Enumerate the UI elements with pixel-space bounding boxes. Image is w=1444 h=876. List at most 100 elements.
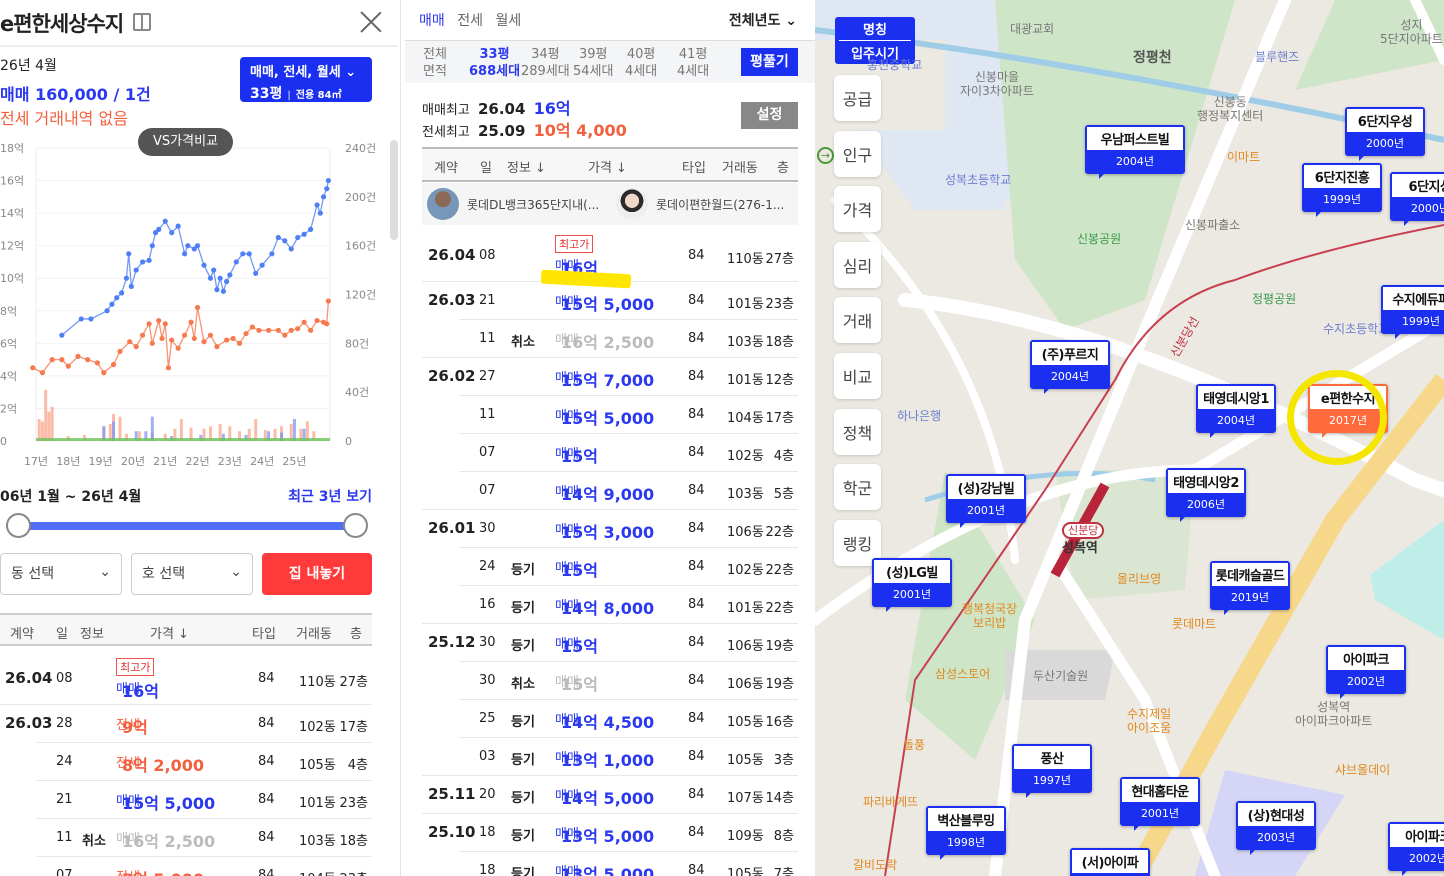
map-poi-label[interactable]: 정평공원: [1252, 292, 1296, 306]
column-header[interactable]: 정보 ↓: [507, 157, 546, 176]
table-row[interactable]: 25 등기 매매 14억 4,500 84 105동 16층: [459, 700, 798, 738]
map-side-button[interactable]: 심리: [834, 241, 881, 288]
tab-sale[interactable]: 매매: [419, 13, 445, 29]
map-side-button[interactable]: 비교: [834, 353, 881, 399]
map-poi-label[interactable]: 신봉마을 자이3차아파트: [960, 70, 1034, 99]
map-poi-label[interactable]: 블루핸즈: [1255, 50, 1299, 64]
map-book-icon[interactable]: [133, 13, 151, 31]
complex-marker[interactable]: 아이파크 2002년: [1388, 822, 1444, 876]
area-option[interactable]: 33평 688세대: [469, 46, 520, 80]
table-row[interactable]: 24 전세 8억 2,000 84 105동 4층: [36, 743, 372, 781]
map-poi-label[interactable]: 파리바게뜨: [863, 795, 918, 809]
map-poi-label[interactable]: 신분당: [1062, 522, 1105, 540]
complex-marker[interactable]: 롯데캐슬골드 2019년: [1210, 561, 1290, 615]
recent-3-years-link[interactable]: 최근 3년 보기: [288, 486, 372, 506]
map-poi-label[interactable]: 성복역: [1062, 541, 1098, 557]
map-poi-label[interactable]: 신봉공원: [1077, 232, 1121, 246]
deal-type-area-filter-button[interactable]: 매매, 전세, 월세 ⌄ 33평 | 전용 84㎡: [240, 57, 372, 102]
map-poi-label[interactable]: 수지제일 아이조움: [1127, 707, 1171, 736]
complex-marker[interactable]: 6단지우성 2000년: [1345, 107, 1425, 161]
date-range-slider[interactable]: [6, 513, 368, 538]
map-poi-label[interactable]: 두산기술원: [1033, 669, 1088, 683]
map-poi-label[interactable]: 행복청국장 보리밥: [962, 602, 1017, 631]
table-row[interactable]: 26.02 27 매매 15억 7,000 84 101동 12층: [428, 358, 798, 396]
table-row[interactable]: 21 매매 15억 5,000 84 101동 23층: [36, 781, 372, 819]
table-row[interactable]: 07 매매 15억 84 102동 4층: [459, 434, 798, 472]
column-header[interactable]: 정보: [80, 623, 104, 642]
map-poi-label[interactable]: 돌풍: [903, 738, 925, 752]
map-side-button[interactable]: 가격: [834, 186, 881, 233]
map-poi-label[interactable]: 성지 5단지아파트: [1380, 18, 1443, 47]
year-filter-dropdown[interactable]: 전체년도 ⌄: [729, 10, 797, 30]
map-side-button[interactable]: 학군: [834, 464, 881, 511]
table-row[interactable]: 16 등기 매매 14억 8,000 84 101동 22층: [422, 586, 798, 624]
map-poi-label[interactable]: 대광교회: [1010, 22, 1054, 36]
map-poi-label[interactable]: 홍천중학교: [867, 58, 922, 72]
map-view[interactable]: 명칭 입주시기 → 공급 인구 가격 심리 거래 비교 정책 학군 랭킹 대광교회 신봉마을 자이…: [815, 0, 1444, 876]
map-poi-label[interactable]: 신봉동 행정복지센터: [1197, 95, 1263, 124]
list-house-button[interactable]: 집 내놓기: [262, 553, 372, 595]
complex-marker[interactable]: 수지에듀파 1999년: [1381, 285, 1444, 339]
agent-avatar[interactable]: [616, 188, 648, 220]
map-side-button[interactable]: 공급: [834, 75, 881, 121]
table-row[interactable]: 25.10 18 등기 매매 13억 5,000 84 109동 8층: [428, 814, 798, 852]
slider-start-handle[interactable]: [6, 513, 31, 538]
table-row[interactable]: 07전세8억 5,00084104동23층: [36, 857, 372, 876]
complex-marker[interactable]: 아이파크 2002년: [1326, 645, 1406, 699]
area-option[interactable]: 41평 4세대: [677, 46, 709, 80]
table-row[interactable]: 24 등기 매매 15억 84 102동 22층: [459, 548, 798, 586]
map-poi-label[interactable]: 신봉파출소: [1185, 218, 1240, 232]
map-poi-label[interactable]: 성복초등학교: [945, 173, 1011, 187]
map-poi-label[interactable]: 수지초등학교: [1323, 322, 1389, 336]
table-row[interactable]: 03 등기 매매 13억 1,000 84 105동 3층: [422, 738, 798, 776]
slider-end-handle[interactable]: [343, 513, 368, 538]
area-option[interactable]: 39평 54세대: [573, 46, 613, 80]
tab-jeonse[interactable]: 전세: [457, 13, 483, 29]
table-row[interactable]: 18 등기 매매 13억 5,000 84 105동 7층: [459, 852, 798, 876]
complex-marker[interactable]: 풍산 1997년: [1012, 744, 1092, 798]
complex-marker[interactable]: (상)현대성 2003년: [1236, 801, 1316, 855]
complex-marker[interactable]: (주)푸르지 2004년: [1030, 340, 1110, 394]
settings-button[interactable]: 설정: [741, 102, 798, 129]
map-poi-label[interactable]: 올리브영: [1117, 572, 1161, 586]
table-row[interactable]: 30 취소 매매 15억 84 106동 19층: [459, 662, 798, 700]
column-header[interactable]: 가격 ↓: [588, 157, 627, 176]
map-expand-arrow-icon[interactable]: →: [817, 147, 834, 164]
table-row[interactable]: 25.12 30 등기 매매 15억 84 106동 19층: [428, 624, 798, 662]
map-poi-label[interactable]: 이마트: [1227, 150, 1260, 164]
map-poi-label[interactable]: 정평천: [1133, 50, 1172, 67]
map-side-button[interactable]: 정책: [834, 408, 881, 455]
table-row[interactable]: 25.11 20 등기 매매 14억 5,000 84 107동 14층: [422, 776, 798, 814]
area-option[interactable]: 34평 289세대: [521, 46, 570, 80]
table-row[interactable]: 11 취소 매매 16억 2,500 84 103동 18층: [36, 819, 372, 857]
table-row[interactable]: 11 매매 15억 5,000 84 104동 17층: [459, 396, 798, 434]
table-row[interactable]: 11 취소 매매 16억 2,500 84 103동 18층: [422, 320, 798, 358]
complex-marker[interactable]: (성)LG빌 2001년: [872, 558, 952, 612]
map-poi-label[interactable]: 삼성스토어: [935, 667, 990, 681]
complex-marker[interactable]: (서)아이파: [1070, 848, 1150, 876]
table-row[interactable]: 26.03 28 전세 9억 84 102동 17층: [5, 705, 372, 743]
complex-marker[interactable]: 태영데시앙1 2004년: [1196, 384, 1276, 438]
agent-name[interactable]: 롯데DL뱅크365단지내(...: [467, 196, 599, 213]
agent-avatar[interactable]: [427, 188, 459, 220]
expand-pyeong-button[interactable]: 평풀기: [741, 48, 798, 76]
complex-marker[interactable]: 현대홈타운 2001년: [1120, 777, 1200, 831]
complex-marker[interactable]: 태영데시앙2 2006년: [1166, 468, 1246, 522]
table-row[interactable]: 07 매매 14억 9,000 84 103동 5층: [422, 472, 798, 510]
map-poi-label[interactable]: 갈비도락: [853, 858, 897, 872]
map-poi-label[interactable]: 샤브올데이: [1335, 763, 1390, 777]
map-side-button[interactable]: 거래: [834, 297, 881, 344]
close-icon[interactable]: [360, 11, 382, 33]
table-row[interactable]: 26.01 30 매매 15억 3,000 84 106동 22층: [428, 510, 798, 548]
vs-compare-button[interactable]: VS가격비교: [138, 128, 233, 156]
area-option[interactable]: 40평 4세대: [625, 46, 657, 80]
complex-marker[interactable]: 우남퍼스트빌 2004년: [1085, 125, 1185, 179]
column-header[interactable]: 가격 ↓: [150, 623, 189, 642]
ho-select[interactable]: 호 선택 ⌄: [131, 553, 253, 595]
complex-marker[interactable]: 6단지진흥 1999년: [1302, 163, 1382, 217]
complex-marker[interactable]: (성)강남빌 2001년: [946, 474, 1026, 528]
tab-monthly[interactable]: 월세: [495, 13, 521, 29]
map-poi-label[interactable]: 하나은행: [897, 409, 941, 423]
map-poi-label[interactable]: 성복역 아이파크아파트: [1295, 700, 1372, 729]
dong-select[interactable]: 동 선택 ⌄: [0, 553, 122, 595]
